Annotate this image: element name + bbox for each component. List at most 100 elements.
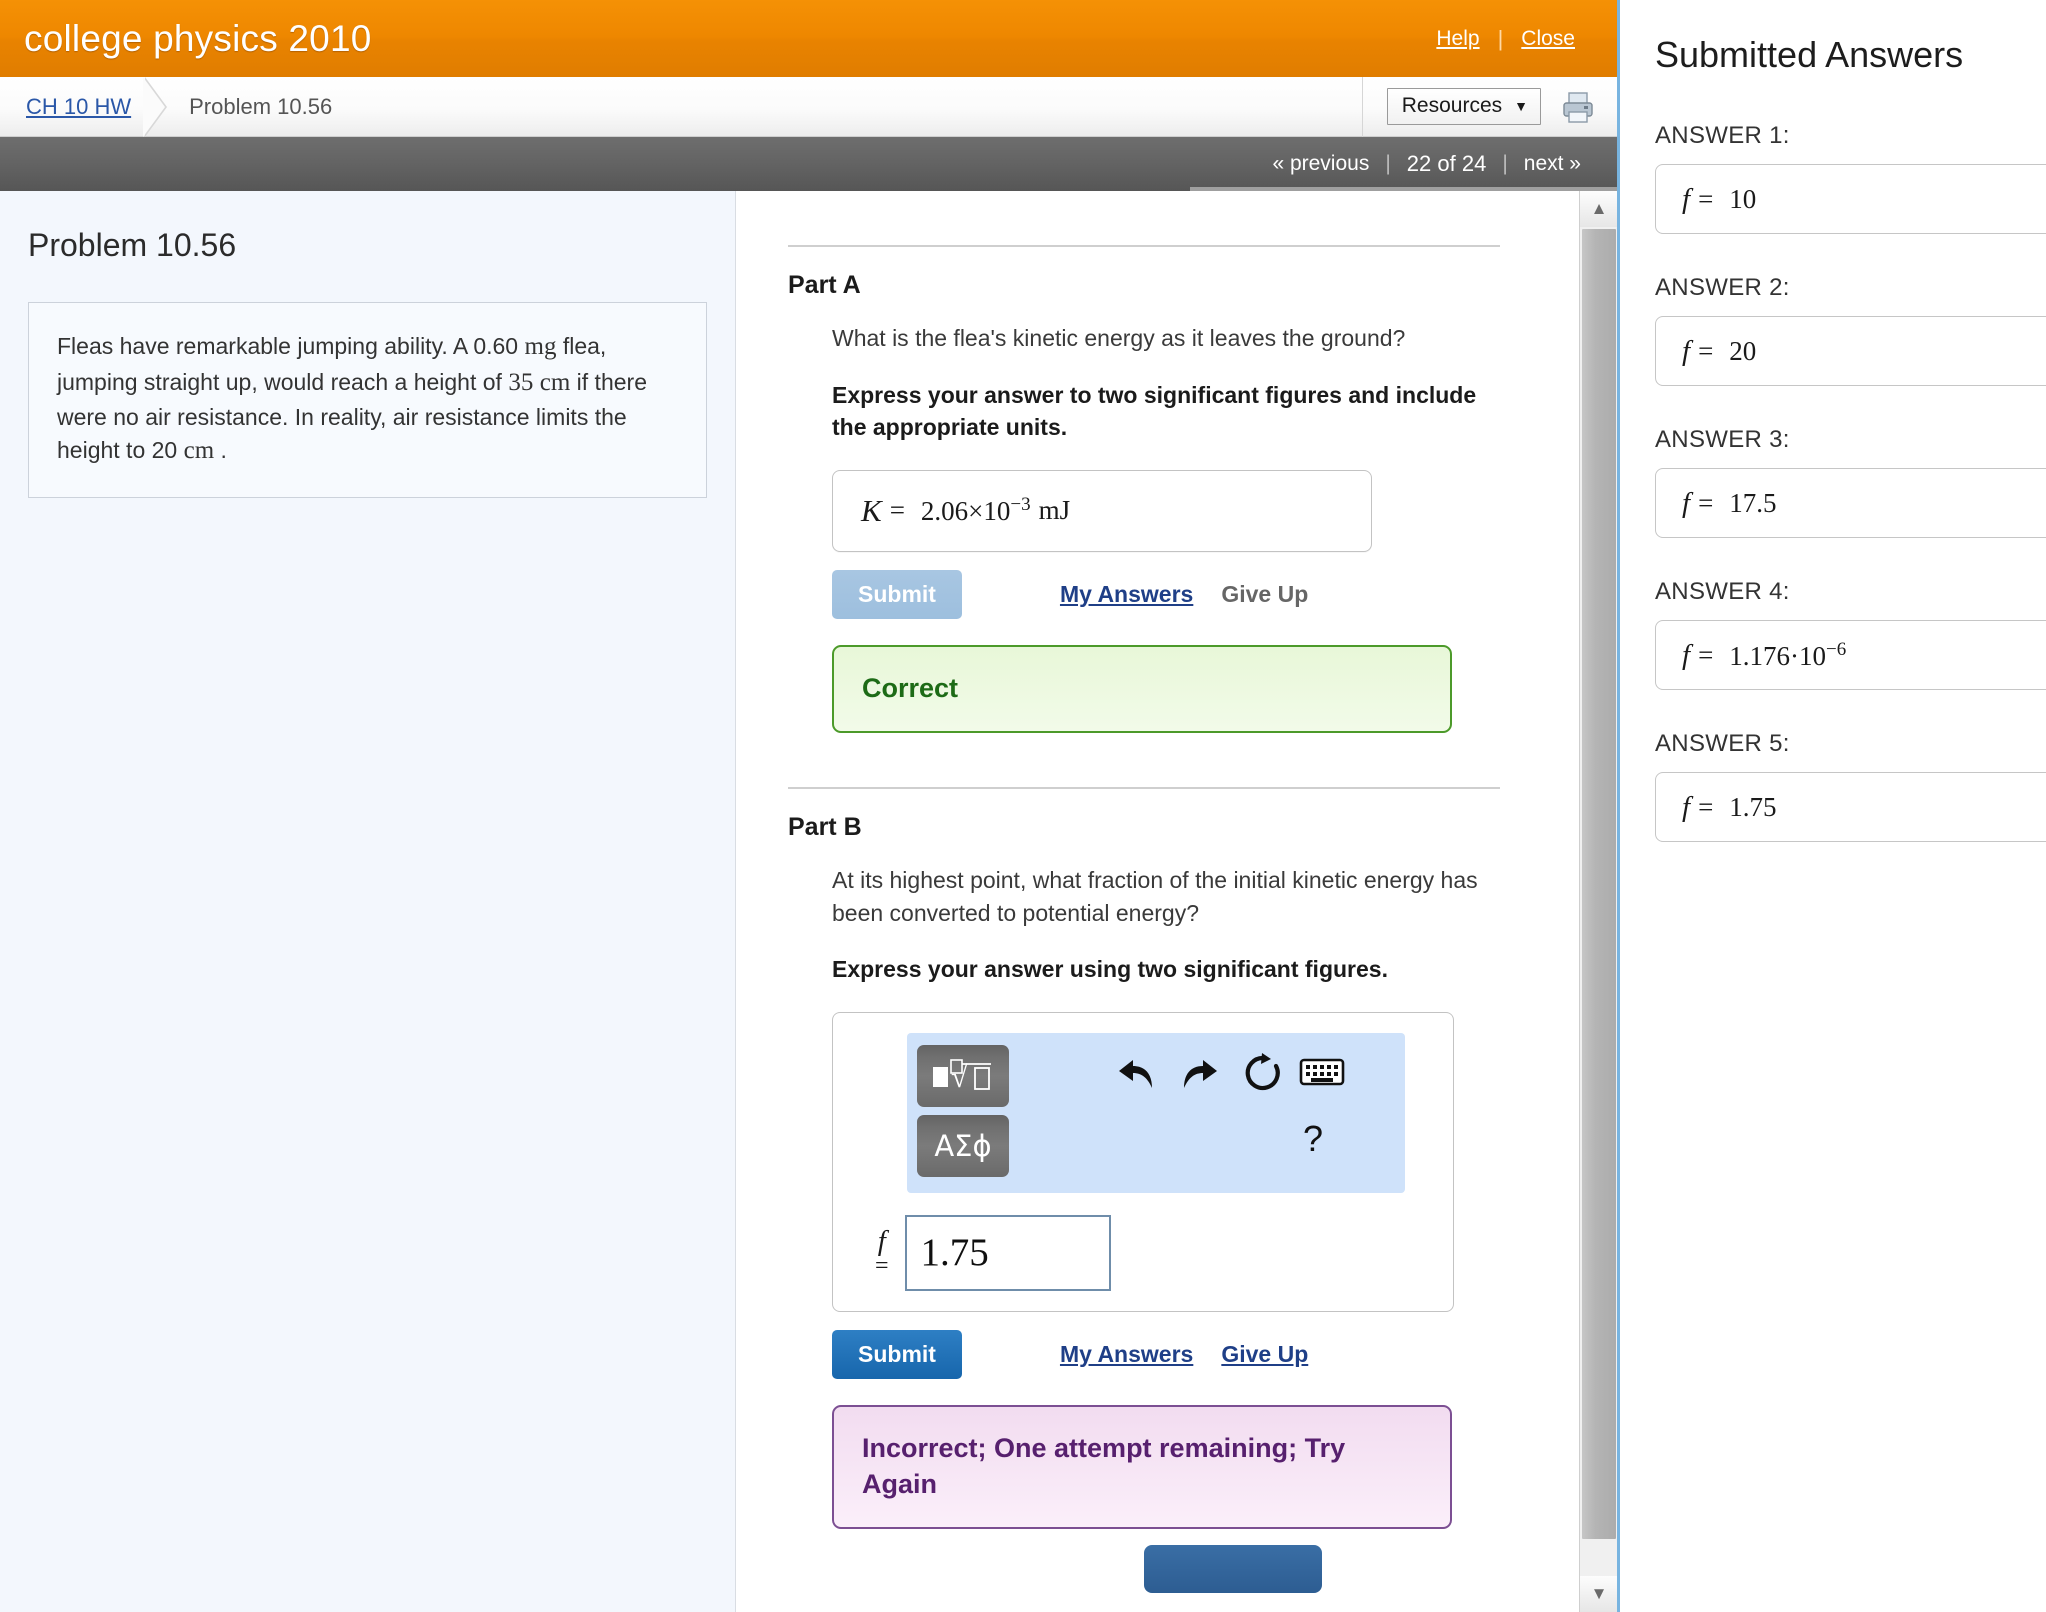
submitted-answer-variable: f <box>1682 335 1690 368</box>
submitted-answer-equals: = <box>1698 640 1713 671</box>
mastering-physics-window: college physics 2010 Help | Close CH 10 … <box>0 0 1620 1612</box>
submitted-answer-variable: f <box>1682 791 1690 824</box>
submitted-answer-value: 10 <box>1729 184 1756 215</box>
answer-label: ANSWER 1: <box>1655 122 2046 150</box>
chevron-down-icon: ▼ <box>1514 99 1528 113</box>
part-b-label: Part B <box>788 813 1557 842</box>
question-panel-scrollbar[interactable]: ▲ ▼ <box>1579 191 1617 1612</box>
part-b-my-answers-link[interactable]: My Answers <box>1060 1341 1193 1368</box>
submitted-answer-box: f = 1.176·10−6 <box>1655 620 2046 690</box>
part-a-my-answers-link[interactable]: My Answers <box>1060 581 1193 608</box>
breadcrumb-current: Problem 10.56 <box>189 94 332 120</box>
submitted-answer-variable: f <box>1682 183 1690 216</box>
part-a-give-up-link: Give Up <box>1221 581 1308 608</box>
next-problem-link[interactable]: next » <box>1508 152 1597 176</box>
printer-icon[interactable] <box>1559 88 1597 126</box>
resources-dropdown-label: Resources <box>1402 94 1502 118</box>
part-b-math-editor[interactable]: √ ΑΣϕ <box>832 1012 1454 1312</box>
problem-statement-panel: Problem 10.56 Fleas have remarkable jump… <box>0 191 736 1612</box>
submitted-answer-value: 1.75 <box>1729 792 1776 823</box>
submitted-answer-box: f = 1.75 <box>1655 772 2046 842</box>
math-template-icon[interactable]: √ <box>917 1045 1009 1107</box>
part-b-divider <box>788 787 1500 789</box>
part-b-feedback-incorrect: Incorrect; One attempt remaining; Try Ag… <box>832 1405 1452 1529</box>
submitted-answer-equals: = <box>1698 184 1713 215</box>
part-b-variable: f <box>878 1228 886 1255</box>
submitted-answer-mantissa: 20 <box>1729 336 1756 366</box>
part-a-feedback-correct: Correct <box>832 645 1452 733</box>
scroll-down-arrow-icon[interactable]: ▼ <box>1580 1576 1617 1612</box>
previous-problem-link[interactable]: « previous <box>1256 152 1385 176</box>
screenshot-root: college physics 2010 Help | Close CH 10 … <box>0 0 2046 1612</box>
submitted-answers-panel: Submitted Answers ANSWER 1:f=10ANSWER 2:… <box>1623 0 2046 1612</box>
problem-counter: 22 of 24 <box>1391 151 1503 177</box>
part-b-instruction: Express your answer using two significan… <box>832 953 1512 986</box>
scroll-up-arrow-icon[interactable]: ▲ <box>1580 191 1617 227</box>
problem-text-end: . <box>221 437 227 463</box>
submitted-answer-mantissa: 1.176·10 <box>1729 641 1826 671</box>
answer-label: ANSWER 3: <box>1655 426 2046 454</box>
close-link[interactable]: Close <box>1503 27 1593 51</box>
problem-unit-cm-2: cm <box>184 437 215 464</box>
undo-arrow-icon[interactable] <box>1113 1055 1157 1101</box>
submitted-answer-exponent: −6 <box>1826 639 1846 660</box>
part-b-variable-label: f = <box>875 1228 889 1277</box>
part-b-give-up-link[interactable]: Give Up <box>1221 1341 1308 1368</box>
submitted-answer-value: 20 <box>1729 336 1756 367</box>
submitted-answer-equals: = <box>1698 792 1713 823</box>
part-a-question: What is the flea's kinetic energy as it … <box>832 322 1512 355</box>
help-link[interactable]: Help <box>1418 27 1497 51</box>
submitted-answer-variable: f <box>1682 487 1690 520</box>
problem-text-1: Fleas have remarkable jumping ability. A… <box>57 333 518 359</box>
part-a-answer-display: K = 2.06×10−3 mJ <box>832 470 1372 552</box>
page-title: Problem 10.56 <box>28 227 707 264</box>
submitted-answer-mantissa: 1.75 <box>1729 792 1776 822</box>
answer-label: ANSWER 2: <box>1655 274 2046 302</box>
math-help-button[interactable]: ? <box>1303 1121 1323 1157</box>
part-a-equals: = <box>890 495 905 526</box>
title-bar: college physics 2010 Help | Close <box>0 0 1617 77</box>
submitted-answers-list: ANSWER 1: f = 10 ANSWER 2: f = 20 ANSWER 3: f = 17.… <box>1655 122 2046 842</box>
submitted-answer-mantissa: 17.5 <box>1729 488 1776 518</box>
part-b-question: At its highest point, what fraction of t… <box>832 864 1512 929</box>
question-inner: Part A What is the flea's kinetic energy… <box>736 245 1617 1585</box>
part-a-variable: K <box>861 493 882 529</box>
submitted-answer-variable: f <box>1682 639 1690 672</box>
question-panel: Part A What is the flea's kinetic energy… <box>736 191 1617 1612</box>
problem-unit-cm-1: cm <box>540 369 571 396</box>
submitted-answer-value: 1.176·10−6 <box>1729 639 1846 672</box>
reset-circular-arrow-icon[interactable] <box>1241 1051 1285 1102</box>
math-editor-toolbar: √ ΑΣϕ <box>907 1033 1405 1193</box>
submitted-answer-value: 17.5 <box>1729 488 1776 519</box>
scrollbar-thumb[interactable] <box>1582 229 1616 1539</box>
part-b-actions: Submit My Answers Give Up <box>832 1330 1512 1379</box>
part-b-equals: = <box>875 1255 889 1277</box>
svg-text:√: √ <box>951 1061 968 1094</box>
resources-dropdown[interactable]: Resources ▼ <box>1387 88 1541 125</box>
part-b-input-row: f = 1.75 <box>875 1215 1439 1291</box>
redo-arrow-icon[interactable] <box>1179 1055 1223 1101</box>
content-area: Problem 10.56 Fleas have remarkable jump… <box>0 191 1617 1612</box>
breadcrumb-bar: CH 10 HW Problem 10.56 Resources ▼ <box>0 77 1617 137</box>
part-a-body: What is the flea's kinetic energy as it … <box>832 300 1512 733</box>
part-a-instruction: Express your answer to two significant f… <box>832 379 1512 444</box>
part-b-body: At its highest point, what fraction of t… <box>832 842 1512 1585</box>
part-b-answer-input[interactable]: 1.75 <box>905 1215 1111 1291</box>
part-b-submit-button[interactable]: Submit <box>832 1330 962 1379</box>
breadcrumb-chevron-icon <box>145 77 175 137</box>
problem-statement-box: Fleas have remarkable jumping ability. A… <box>28 302 707 498</box>
part-a-unit: mJ <box>1039 495 1071 526</box>
keyboard-icon[interactable] <box>1299 1055 1345 1095</box>
problem-number-35: 35 <box>508 369 533 396</box>
part-a-actions: Submit My Answers Give Up <box>832 570 1512 619</box>
problem-nav-bar: « previous | 22 of 24 | next » <box>0 137 1617 191</box>
part-a-value: 2.06×10−3 <box>921 494 1031 527</box>
greek-symbols-button[interactable]: ΑΣϕ <box>917 1115 1009 1177</box>
next-part-button[interactable] <box>1144 1545 1322 1593</box>
title-bar-links: Help | Close <box>1418 26 1593 52</box>
part-a-submit-button[interactable]: Submit <box>832 570 962 619</box>
breadcrumb-home-link[interactable]: CH 10 HW <box>0 94 131 120</box>
answer-label: ANSWER 5: <box>1655 730 2046 758</box>
submitted-answer-equals: = <box>1698 336 1713 367</box>
submitted-answer-box: f = 10 <box>1655 164 2046 234</box>
